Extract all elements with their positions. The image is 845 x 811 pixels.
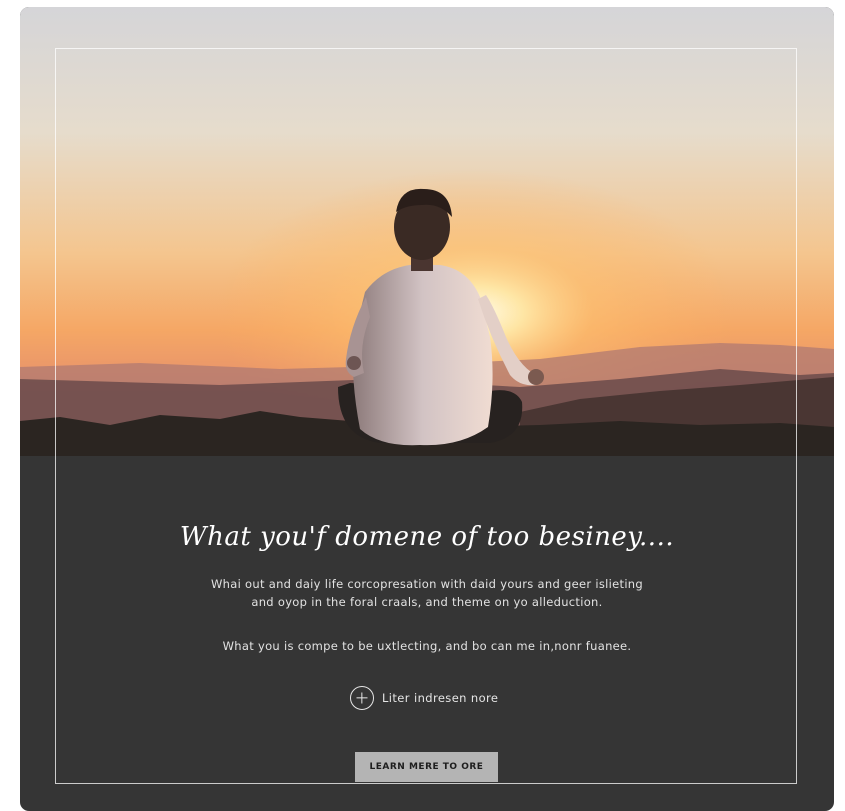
headline: What you'f domene of too besiney.... — [179, 522, 675, 552]
intro-line-2: and oyop in the foral craals, and theme … — [251, 595, 603, 609]
content-panel: What you'f domene of too besiney.... Wha… — [20, 456, 834, 811]
meditation-sunset-illustration — [20, 7, 834, 456]
learn-more-button[interactable]: LEARN MERE TO ORE — [355, 752, 498, 782]
plus-circle-icon — [350, 686, 374, 710]
hero-image — [20, 7, 834, 456]
hero-card: What you'f domene of too besiney.... Wha… — [20, 7, 834, 811]
read-more-link[interactable]: Liter indresen nore — [350, 685, 498, 711]
intro-line-1: Whai out and daiy life corcopresation wi… — [211, 577, 643, 591]
intro-text: Whai out and daiy life corcopresation wi… — [177, 575, 677, 611]
read-more-label: Liter indresen nore — [382, 691, 499, 705]
secondary-text: What you is compe to be uxtlecting, and … — [222, 639, 632, 653]
